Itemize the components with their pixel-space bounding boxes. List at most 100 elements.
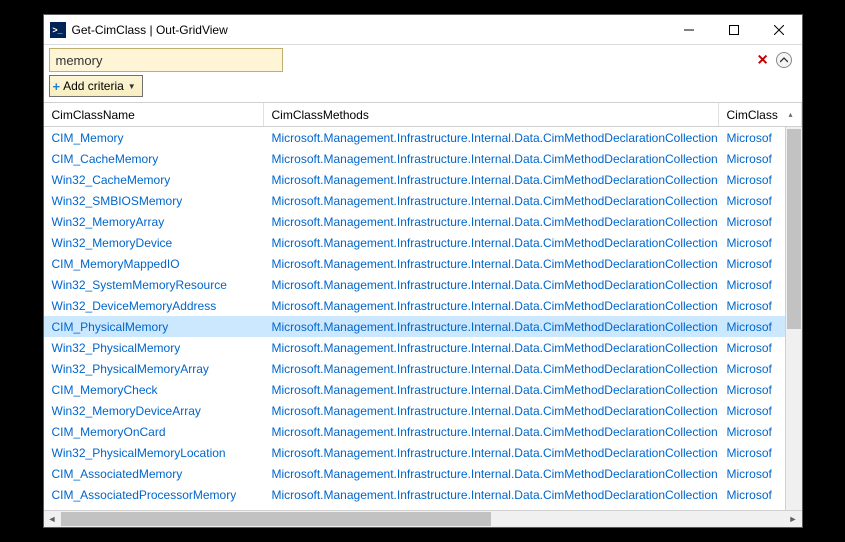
table-row[interactable]: Win32_CacheMemoryMicrosoft.Management.In… [44, 169, 785, 190]
cell-cimclass: Microsof [719, 173, 785, 187]
collapse-filter-icon[interactable] [776, 52, 792, 68]
cell-methods: Microsoft.Management.Infrastructure.Inte… [264, 215, 719, 229]
plus-icon: + [53, 79, 61, 94]
table-row[interactable]: Win32_SystemMemoryResourceMicrosoft.Mana… [44, 274, 785, 295]
cell-cimclass: Microsof [719, 404, 785, 418]
table-row[interactable]: CIM_MemoryMicrosoft.Management.Infrastru… [44, 127, 785, 148]
window-control-buttons [667, 15, 802, 44]
cell-methods: Microsoft.Management.Infrastructure.Inte… [264, 236, 719, 250]
powershell-icon: >_ [50, 22, 66, 38]
cell-cimclass: Microsof [719, 467, 785, 481]
table-row[interactable]: Win32_MemoryDeviceArrayMicrosoft.Managem… [44, 400, 785, 421]
table-row[interactable]: CIM_AssociatedMemoryMicrosoft.Management… [44, 463, 785, 484]
minimize-button[interactable] [667, 15, 712, 44]
grid-body[interactable]: CIM_MemoryMicrosoft.Management.Infrastru… [44, 127, 785, 510]
cell-methods: Microsoft.Management.Infrastructure.Inte… [264, 341, 719, 355]
cell-methods: Microsoft.Management.Infrastructure.Inte… [264, 383, 719, 397]
column-header-classname[interactable]: CimClassName [44, 103, 264, 126]
cell-methods: Microsoft.Management.Infrastructure.Inte… [264, 152, 719, 166]
cell-cimclass: Microsof [719, 341, 785, 355]
table-row[interactable]: Win32_MemoryArrayMicrosoft.Management.In… [44, 211, 785, 232]
column-header-methods[interactable]: CimClassMethods [264, 103, 719, 126]
scroll-right-arrow-icon[interactable]: ► [785, 511, 802, 527]
filter-bar: ✕ [44, 45, 802, 72]
cell-classname: Win32_SMBIOSMemory [44, 194, 264, 208]
cell-methods: Microsoft.Management.Infrastructure.Inte… [264, 425, 719, 439]
cell-methods: Microsoft.Management.Infrastructure.Inte… [264, 446, 719, 460]
grid-view-window: >_ Get-CimClass | Out-GridView ✕ + Add c [43, 14, 803, 528]
cell-classname: CIM_MemoryOnCard [44, 425, 264, 439]
cell-cimclass: Microsof [719, 131, 785, 145]
vertical-scrollbar[interactable] [785, 127, 802, 510]
clear-filter-icon[interactable]: ✕ [757, 52, 769, 69]
cell-classname: CIM_MemoryMappedIO [44, 257, 264, 271]
cell-classname: Win32_SystemMemoryResource [44, 278, 264, 292]
cell-classname: CIM_CacheMemory [44, 152, 264, 166]
window-title: Get-CimClass | Out-GridView [72, 23, 667, 37]
sort-caret-icon: ▴ [788, 110, 792, 119]
table-row[interactable]: Win32_PhysicalMemoryLocationMicrosoft.Ma… [44, 442, 785, 463]
cell-cimclass: Microsof [719, 446, 785, 460]
grid-body-wrap: CIM_MemoryMicrosoft.Management.Infrastru… [44, 127, 802, 510]
table-row[interactable]: CIM_AssociatedProcessorMemoryMicrosoft.M… [44, 484, 785, 505]
cell-classname: CIM_AssociatedProcessorMemory [44, 488, 264, 502]
cell-methods: Microsoft.Management.Infrastructure.Inte… [264, 488, 719, 502]
cell-cimclass: Microsof [719, 194, 785, 208]
table-row[interactable]: Win32_MemoryDeviceMicrosoft.Management.I… [44, 232, 785, 253]
cell-methods: Microsoft.Management.Infrastructure.Inte… [264, 362, 719, 376]
cell-cimclass: Microsof [719, 320, 785, 334]
cell-classname: CIM_MemoryCheck [44, 383, 264, 397]
filter-input[interactable] [49, 48, 283, 72]
grid-header: CimClassName CimClassMethods CimClass ▴ [44, 103, 802, 127]
cell-cimclass: Microsof [719, 257, 785, 271]
criteria-bar: + Add criteria ▼ [44, 72, 802, 102]
table-row[interactable]: Win32_PhysicalMemoryMicrosoft.Management… [44, 337, 785, 358]
cell-classname: Win32_MemoryArray [44, 215, 264, 229]
cell-classname: CIM_Memory [44, 131, 264, 145]
cell-classname: Win32_PhysicalMemory [44, 341, 264, 355]
cell-classname: CIM_AssociatedMemory [44, 467, 264, 481]
cell-cimclass: Microsof [719, 488, 785, 502]
table-row[interactable]: Win32_DeviceMemoryAddressMicrosoft.Manag… [44, 295, 785, 316]
table-row[interactable]: CIM_MemoryOnCardMicrosoft.Management.Inf… [44, 421, 785, 442]
cell-methods: Microsoft.Management.Infrastructure.Inte… [264, 404, 719, 418]
table-row[interactable]: Win32_PhysicalMemoryArrayMicrosoft.Manag… [44, 358, 785, 379]
add-criteria-label: Add criteria [63, 79, 124, 93]
dropdown-caret-icon: ▼ [128, 82, 136, 91]
table-row[interactable]: Win32_SMBIOSMemoryMicrosoft.Management.I… [44, 190, 785, 211]
scroll-left-arrow-icon[interactable]: ◄ [44, 511, 61, 527]
titlebar: >_ Get-CimClass | Out-GridView [44, 15, 802, 45]
horizontal-scroll-thumb[interactable] [61, 512, 491, 526]
cell-methods: Microsoft.Management.Infrastructure.Inte… [264, 194, 719, 208]
cell-methods: Microsoft.Management.Infrastructure.Inte… [264, 320, 719, 334]
cell-methods: Microsoft.Management.Infrastructure.Inte… [264, 299, 719, 313]
table-row[interactable]: CIM_MemoryCheckMicrosoft.Management.Infr… [44, 379, 785, 400]
horizontal-scrollbar[interactable]: ◄ ► [44, 510, 802, 527]
cell-classname: Win32_PhysicalMemoryArray [44, 362, 264, 376]
cell-classname: Win32_CacheMemory [44, 173, 264, 187]
cell-classname: Win32_PhysicalMemoryLocation [44, 446, 264, 460]
column-header-cimclass[interactable]: CimClass ▴ [719, 103, 802, 126]
cell-cimclass: Microsof [719, 152, 785, 166]
cell-methods: Microsoft.Management.Infrastructure.Inte… [264, 467, 719, 481]
cell-cimclass: Microsof [719, 383, 785, 397]
cell-methods: Microsoft.Management.Infrastructure.Inte… [264, 173, 719, 187]
cell-classname: Win32_MemoryDevice [44, 236, 264, 250]
cell-cimclass: Microsof [719, 425, 785, 439]
cell-classname: Win32_MemoryDeviceArray [44, 404, 264, 418]
cell-cimclass: Microsof [719, 299, 785, 313]
close-button[interactable] [757, 15, 802, 44]
cell-cimclass: Microsof [719, 278, 785, 292]
cell-classname: Win32_DeviceMemoryAddress [44, 299, 264, 313]
horizontal-scroll-track[interactable] [61, 511, 785, 527]
vertical-scroll-thumb[interactable] [787, 129, 801, 329]
cell-cimclass: Microsof [719, 236, 785, 250]
cell-cimclass: Microsof [719, 215, 785, 229]
table-row[interactable]: CIM_PhysicalMemoryMicrosoft.Management.I… [44, 316, 785, 337]
table-row[interactable]: CIM_CacheMemoryMicrosoft.Management.Infr… [44, 148, 785, 169]
maximize-button[interactable] [712, 15, 757, 44]
cell-methods: Microsoft.Management.Infrastructure.Inte… [264, 257, 719, 271]
cell-methods: Microsoft.Management.Infrastructure.Inte… [264, 131, 719, 145]
table-row[interactable]: CIM_MemoryMappedIOMicrosoft.Management.I… [44, 253, 785, 274]
add-criteria-button[interactable]: + Add criteria ▼ [49, 75, 143, 97]
